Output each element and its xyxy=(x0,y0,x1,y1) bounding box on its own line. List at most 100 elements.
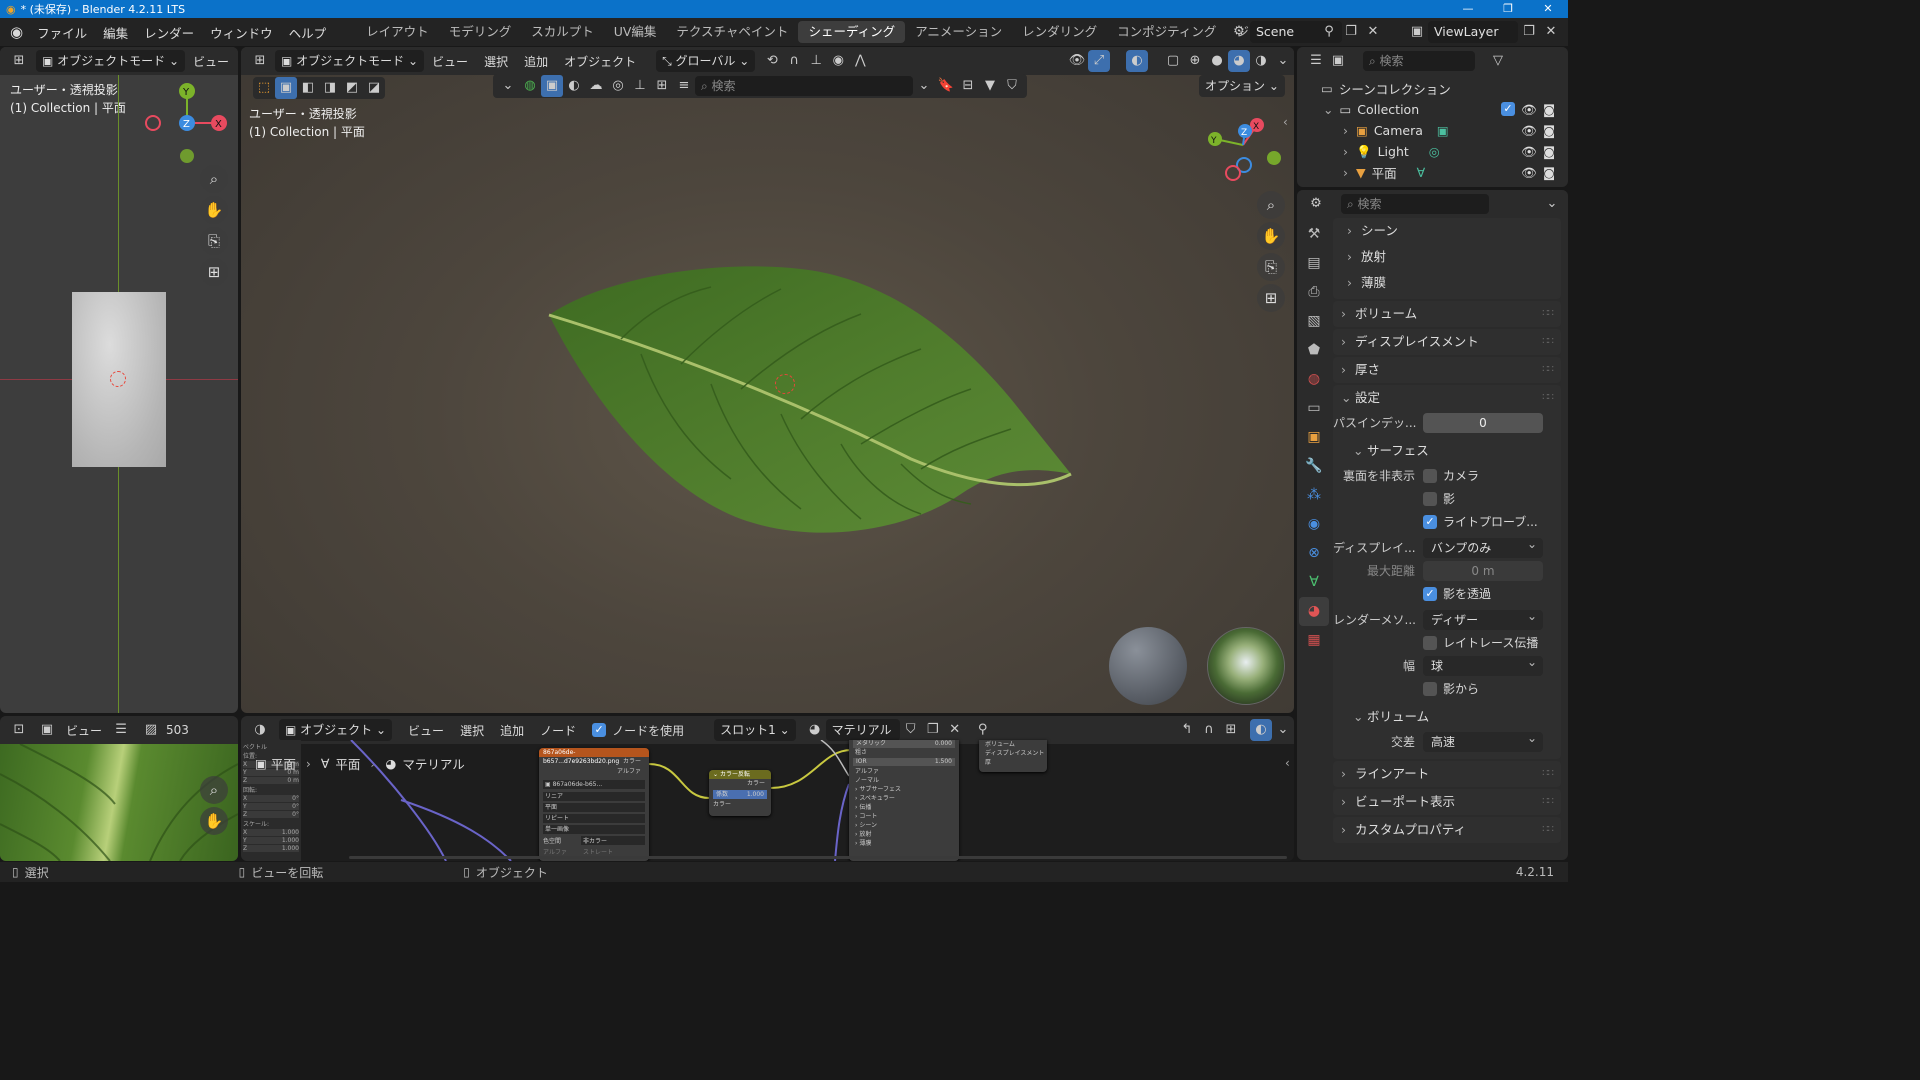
snap-mode-icon[interactable]: ⊞ xyxy=(1220,719,1242,741)
new-viewlayer-icon[interactable]: ❐ xyxy=(1518,21,1540,43)
main-navigation-gizmo[interactable]: Y X Z xyxy=(1201,115,1281,185)
leaf-object[interactable] xyxy=(541,259,1081,589)
material-output-node[interactable]: ボリューム ディスプレイスメント 厚 xyxy=(979,740,1047,772)
bsdf-thinfilm-label[interactable]: › 薄膜 xyxy=(849,839,959,848)
collection-tab-icon[interactable]: ▭ xyxy=(1299,394,1329,423)
editor-type-icon[interactable]: ⚙ xyxy=(1305,193,1327,215)
outliner-item-light[interactable]: › 💡 Light ◎ 👁 ◙ xyxy=(1297,141,1568,162)
minimize-button[interactable]: — xyxy=(1448,0,1488,18)
backface-camera-checkbox[interactable] xyxy=(1423,468,1437,483)
collection-row[interactable]: ⌄ ▭ Collection ✓ 👁 ◙ xyxy=(1297,99,1568,120)
from-shadow-checkbox[interactable] xyxy=(1423,681,1437,696)
main-mode-dropdown[interactable]: ▣ オブジェクトモード ⌄ xyxy=(275,50,425,72)
bsdf-subsurface-label[interactable]: › サブサーフェス xyxy=(849,785,959,794)
particles-tab-icon[interactable]: ⁂ xyxy=(1299,481,1329,510)
snap-icon[interactable]: ∩ xyxy=(783,50,805,72)
render-camera-icon[interactable]: ◙ xyxy=(1543,102,1555,117)
subpanel-volume[interactable]: ⌄ ボリューム xyxy=(1333,704,1561,730)
pan-hand-icon[interactable]: ✋ xyxy=(200,807,228,835)
duplicate-material-icon[interactable]: ❐ xyxy=(922,719,944,741)
tab-uv[interactable]: UV編集 xyxy=(604,21,667,43)
pass-index-field[interactable]: 0 xyxy=(1423,412,1543,433)
eye-icon[interactable]: 👁 xyxy=(1521,102,1537,118)
extension-dropdown[interactable]: リピート xyxy=(543,814,645,823)
scene-tab-icon[interactable]: ⬟ xyxy=(1299,336,1329,365)
node-view-menu[interactable]: ビュー xyxy=(400,722,452,739)
slot-dropdown[interactable]: スロット1 ⌄ xyxy=(714,719,796,741)
panel-thickness[interactable]: › 厚さ ∷∷ xyxy=(1333,357,1561,383)
pivot-icon[interactable]: ⟲ xyxy=(761,50,783,72)
image-texture-node[interactable]: 867a06de-b657...d7e9263bd20.png カラー アルファ… xyxy=(539,748,649,861)
zoom-icon[interactable]: ⌕ xyxy=(200,165,228,193)
source-dropdown[interactable]: 単一画像 xyxy=(543,825,645,834)
render-camera-icon[interactable]: ◙ xyxy=(1543,165,1555,180)
chevron-down-icon[interactable]: ⌄ xyxy=(1323,102,1333,117)
select-intersect-icon[interactable]: ◪ xyxy=(363,77,385,99)
editor-type-icon[interactable]: ⊞ xyxy=(249,50,271,72)
panel-emission[interactable]: › 放射 xyxy=(1333,244,1561,270)
tab-animation[interactable]: アニメーション xyxy=(905,21,1012,43)
camera-view-icon[interactable]: ⎘ xyxy=(1257,253,1285,281)
outliner-item-plane[interactable]: › ▼ 平面 ∀ 👁 ◙ xyxy=(1297,162,1568,183)
tab-compositing[interactable]: コンポジティング xyxy=(1107,21,1226,43)
wireframe-shading-icon[interactable]: ⊕ xyxy=(1184,50,1206,72)
pin-icon[interactable]: ⚲ xyxy=(1318,21,1340,43)
material-browse-icon[interactable]: ◕ xyxy=(804,719,826,741)
intersection-dropdown[interactable]: 高速 xyxy=(1423,728,1543,752)
tab-texture-paint[interactable]: テクスチャペイント xyxy=(666,21,798,43)
object-menu[interactable]: オブジェクト xyxy=(556,53,644,70)
max-distance-field[interactable]: 0 m xyxy=(1423,560,1543,581)
colorspace-dropdown[interactable]: 非カラー xyxy=(581,836,645,845)
select-invert-icon[interactable]: ◩ xyxy=(341,77,363,99)
funnel-icon[interactable]: ▼ xyxy=(979,75,1001,97)
bsdf-sheen-label[interactable]: › シーン xyxy=(849,821,959,830)
ortho-grid-icon[interactable]: ⊞ xyxy=(1257,284,1285,312)
blender-menu-icon[interactable]: ◉ xyxy=(10,23,23,41)
object-tab-icon[interactable]: ▣ xyxy=(1299,423,1329,452)
menu-help[interactable]: ヘルプ xyxy=(281,23,335,42)
shading-options-icon[interactable]: ⌄ xyxy=(1272,50,1294,72)
select-menu[interactable]: 選択 xyxy=(476,53,516,70)
drag-grip-icon[interactable]: ∷∷ xyxy=(1542,761,1554,787)
material-shading-icon[interactable]: ◕ xyxy=(1228,50,1250,72)
panel-displacement[interactable]: › ディスプレイスメント ∷∷ xyxy=(1333,329,1561,355)
image-browse-icon[interactable]: ▨ xyxy=(140,719,162,741)
bsdf-coat-label[interactable]: › コート xyxy=(849,812,959,821)
panel-custom-properties[interactable]: › カスタムプロパティ ∷∷ xyxy=(1333,817,1561,843)
scene-icon[interactable]: ⚙ xyxy=(1228,21,1250,43)
output-tab-icon[interactable]: ⎙ xyxy=(1299,278,1329,307)
interp-dropdown[interactable]: リニア xyxy=(543,792,645,801)
shield-icon[interactable]: ⛉ xyxy=(1001,75,1023,97)
layout-icon[interactable]: ⊟ xyxy=(957,75,979,97)
subpanel-surface[interactable]: ⌄ サーフェス xyxy=(1333,438,1561,464)
outliner-search-input[interactable]: ⌕ 検索 xyxy=(1363,51,1475,71)
options-dropdown[interactable]: オプション ⌄ xyxy=(1199,75,1285,97)
node-scrollbar[interactable] xyxy=(349,856,1287,859)
panel-settings-header[interactable]: ⌄ 設定 ∷∷ xyxy=(1333,385,1561,411)
parent-node-tree-icon[interactable]: ↰ xyxy=(1176,719,1198,741)
transparent-shadow-checkbox[interactable]: ✓ xyxy=(1423,586,1437,601)
modifier-tab-icon[interactable]: 🔧 xyxy=(1299,452,1329,481)
filter-icon-5[interactable]: ⊥ xyxy=(629,75,651,97)
view-layer-tab-icon[interactable]: ▧ xyxy=(1299,307,1329,336)
light-probe-checkbox[interactable]: ✓ xyxy=(1423,514,1437,529)
chevron-right-icon[interactable]: › xyxy=(1343,123,1348,138)
sidebar-toggle-icon[interactable]: ‹ xyxy=(1283,115,1288,129)
node-add-menu[interactable]: 追加 xyxy=(492,722,532,739)
projection-dropdown[interactable]: 平面 xyxy=(543,803,645,812)
image-mode-icon[interactable]: ▣ xyxy=(36,719,58,741)
panel-volume[interactable]: › ボリューム ∷∷ xyxy=(1333,301,1561,327)
hamburger-icon[interactable]: ☰ xyxy=(110,719,132,741)
select-new-icon[interactable]: ▣ xyxy=(275,77,297,99)
shader-node-editor[interactable]: ◑ ▣ オブジェクト ⌄ ビュー 選択 追加 ノード ✓ ノードを使用 スロット… xyxy=(241,716,1294,861)
filter-icon-3[interactable]: ☁ xyxy=(585,75,607,97)
menu-file[interactable]: ファイル xyxy=(29,23,95,42)
rendered-shading-icon[interactable]: ◑ xyxy=(1250,50,1272,72)
unlink-material-icon[interactable]: ✕ xyxy=(944,719,966,741)
eye-icon[interactable]: 👁 xyxy=(1521,144,1537,160)
editor-type-icon[interactable]: ☰ xyxy=(1305,50,1327,72)
proportional-edit-icon[interactable]: ◉ xyxy=(827,50,849,72)
bsdf-specular-label[interactable]: › スペキュラー xyxy=(849,794,959,803)
material-tab-icon[interactable]: ◕ xyxy=(1299,597,1329,626)
viewlayer-icon[interactable]: ▣ xyxy=(1406,21,1428,43)
